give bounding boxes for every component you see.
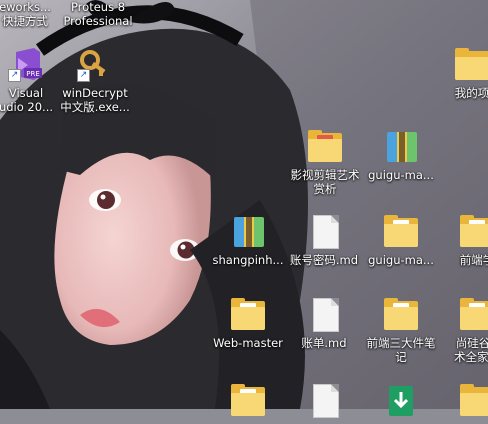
folder-icon xyxy=(305,128,345,166)
shortcut-arrow-icon: ↗ xyxy=(77,69,90,82)
proteus-shortcut-icon[interactable]: Proteus 8 Professional xyxy=(58,0,138,28)
archive-icon xyxy=(381,128,421,166)
guigu-archive-1-label: guigu-ma... xyxy=(368,168,434,182)
download-arrow-icon xyxy=(381,382,421,420)
windecrypt-app-icon: ↗ xyxy=(75,46,115,84)
shangpinh-archive[interactable]: shangpinh... xyxy=(208,213,288,267)
svg-text:PRE: PRE xyxy=(26,70,40,78)
markdown-file-icon xyxy=(304,296,344,334)
account-password-file[interactable]: 账号密码.md xyxy=(284,213,364,267)
video-editing-folder[interactable]: 影视剪辑艺术 赏析 xyxy=(285,128,365,196)
folder-icon xyxy=(228,382,268,420)
visual-studio-app-icon: PRE ↗ xyxy=(6,46,46,84)
web-master-folder[interactable]: Web-master xyxy=(208,296,288,350)
windecrypt-label: winDecrypt 中文版.exe... xyxy=(60,86,130,114)
folder-icon xyxy=(452,46,488,84)
folder-icon xyxy=(457,296,488,334)
folder-icon xyxy=(228,296,268,334)
guigu-archive-1[interactable]: guigu-ma... xyxy=(361,128,441,182)
partial-folder-1[interactable] xyxy=(208,382,288,422)
markdown-file-icon xyxy=(304,382,344,420)
frontend-study-label: 前端学 xyxy=(459,253,488,267)
video-editing-label: 影视剪辑艺术 赏析 xyxy=(290,168,360,196)
shangpinh-label: shangpinh... xyxy=(212,253,284,267)
web-master-label: Web-master xyxy=(213,336,283,350)
guigu-folder-2-label: guigu-ma... xyxy=(368,253,434,267)
my-projects-folder[interactable]: 我的项 xyxy=(432,46,488,100)
markdown-file-icon xyxy=(304,213,344,251)
folder-icon xyxy=(381,296,421,334)
my-projects-label: 我的项 xyxy=(454,86,488,100)
shangguigu-label: 尚硅谷V 术全家桶 xyxy=(454,336,488,364)
frontend-notes-folder[interactable]: 前端三大件笔 记 xyxy=(361,296,441,364)
shangguigu-folder[interactable]: 尚硅谷V 术全家桶 xyxy=(437,296,488,364)
shortcut-arrow-icon: ↗ xyxy=(8,69,21,82)
folder-icon xyxy=(381,213,421,251)
windecrypt-shortcut-icon[interactable]: ↗ winDecrypt 中文版.exe... xyxy=(55,46,135,114)
partial-download-shortcut[interactable] xyxy=(361,382,441,422)
folder-icon xyxy=(457,213,488,251)
labview-shortcut-icon[interactable]: eworks... 快捷方式 xyxy=(0,0,65,28)
partial-file-1[interactable] xyxy=(284,382,364,422)
bill-file[interactable]: 账单.md xyxy=(284,296,364,350)
partial-folder-2[interactable] xyxy=(437,382,488,422)
folder-icon xyxy=(457,382,488,420)
proteus-label: Proteus 8 Professional xyxy=(63,0,133,28)
frontend-notes-label: 前端三大件笔 记 xyxy=(366,336,436,364)
frontend-study-folder[interactable]: 前端学 xyxy=(437,213,488,267)
guigu-folder-2[interactable]: guigu-ma... xyxy=(361,213,441,267)
bill-label: 账单.md xyxy=(301,336,347,350)
labview-label: eworks... 快捷方式 xyxy=(0,0,51,28)
account-password-label: 账号密码.md xyxy=(289,253,359,267)
archive-icon xyxy=(228,213,268,251)
